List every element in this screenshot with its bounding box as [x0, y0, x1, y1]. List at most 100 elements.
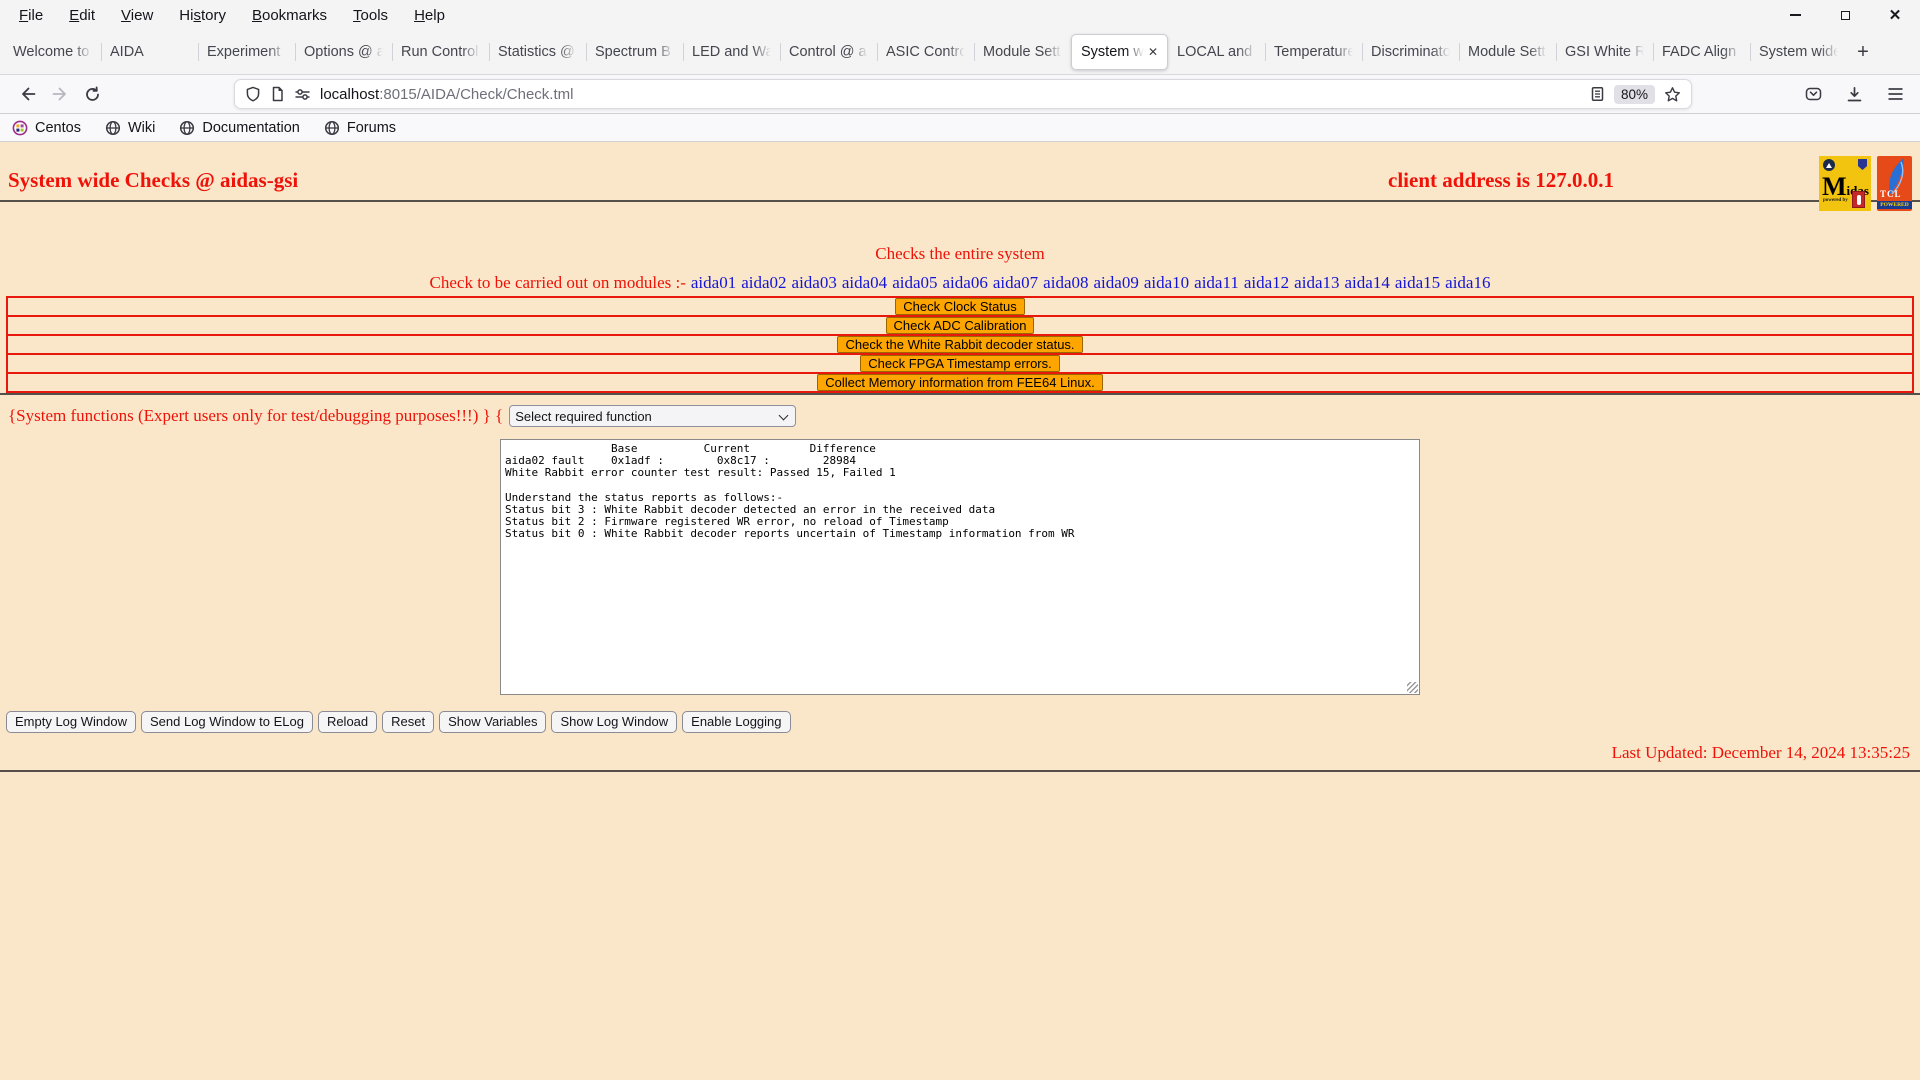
check-button-check-the-white-rabbit-decoder-status[interactable]: Check the White Rabbit decoder status.	[837, 336, 1083, 353]
function-select[interactable]: Select required function	[509, 405, 797, 427]
module-link-aida11[interactable]: aida11	[1194, 273, 1239, 292]
menu-tools[interactable]: Tools	[340, 3, 401, 28]
modules-prefix: Check to be carried out on modules :-	[429, 273, 686, 292]
maximize-button-icon[interactable]	[1838, 8, 1852, 22]
module-link-aida16[interactable]: aida16	[1445, 273, 1490, 292]
tab-gsi-white-r-16[interactable]: GSI White R	[1556, 34, 1653, 70]
module-link-aida07[interactable]: aida07	[993, 273, 1038, 292]
module-link-aida02[interactable]: aida02	[741, 273, 786, 292]
window-titlebar: File Edit View History Bookmarks Tools Help ✕	[0, 0, 1920, 30]
tab-led-and-wa-7[interactable]: LED and Wa	[683, 34, 780, 70]
check-row-4: Check FPGA Timestamp errors.	[6, 353, 1914, 374]
menu-history[interactable]: History	[166, 3, 239, 28]
bookmark-label: Centos	[35, 119, 81, 136]
module-link-aida09[interactable]: aida09	[1094, 273, 1139, 292]
check-row-2: Check ADC Calibration	[6, 315, 1914, 336]
show-variables-button[interactable]: Show Variables	[439, 711, 547, 733]
tab-statistics-5[interactable]: Statistics @	[489, 34, 586, 70]
tab-asic-contro-9[interactable]: ASIC Contro	[877, 34, 974, 70]
empty-log-window-button[interactable]: Empty Log Window	[6, 711, 136, 733]
divider	[0, 393, 1920, 395]
bookmark-star-icon[interactable]	[1664, 86, 1681, 103]
tab-title: ASIC Contro	[886, 44, 965, 60]
tab-welcome-to-0[interactable]: Welcome to	[4, 34, 101, 70]
permissions-icon[interactable]	[294, 87, 311, 101]
send-log-window-to-elog-button[interactable]: Send Log Window to ELog	[141, 711, 313, 733]
check-button-check-fpga-timestamp-errors[interactable]: Check FPGA Timestamp errors.	[860, 355, 1060, 372]
tab-aida-1[interactable]: AIDA	[101, 34, 198, 70]
module-links: aida01 aida02 aida03 aida04 aida05 aida06 aida…	[686, 273, 1491, 292]
hamburger-menu-icon[interactable]	[1887, 87, 1904, 101]
tab-spectrum-b-6[interactable]: Spectrum B	[586, 34, 683, 70]
zoom-level-badge[interactable]: 80%	[1613, 84, 1655, 104]
menu-view[interactable]: View	[108, 3, 166, 28]
bookmark-centos[interactable]: Centos	[12, 120, 81, 136]
tab-fadc-align-17[interactable]: FADC Align	[1653, 34, 1750, 70]
bookmark-forums[interactable]: Forums	[324, 120, 396, 136]
reader-mode-icon[interactable]	[1590, 86, 1605, 102]
midas-small-logo-icon	[1852, 191, 1865, 208]
module-link-aida10[interactable]: aida10	[1144, 273, 1189, 292]
new-tab-button[interactable]: +	[1847, 36, 1879, 68]
midas-triangle-icon	[1823, 159, 1835, 171]
tab-system-w-11[interactable]: System w ✕	[1071, 34, 1168, 70]
module-link-aida03[interactable]: aida03	[792, 273, 837, 292]
reset-button[interactable]: Reset	[382, 711, 435, 733]
toolbar-right-icons	[1805, 86, 1908, 103]
tracking-protection-shield-icon[interactable]	[245, 86, 261, 102]
log-window[interactable]: Base Current Difference aida02 fault 0x1…	[500, 439, 1420, 695]
module-link-aida14[interactable]: aida14	[1345, 273, 1390, 292]
tab-local-and-12[interactable]: LOCAL and	[1168, 34, 1265, 70]
check-button-check-adc-calibration[interactable]: Check ADC Calibration	[885, 317, 1035, 334]
url-text[interactable]: localhost:8015/AIDA/Check/Check.tml	[320, 86, 1581, 103]
divider	[0, 200, 1920, 202]
bookmark-label: Forums	[346, 119, 397, 136]
menu-file[interactable]: File	[6, 3, 56, 28]
minimize-button-icon[interactable]	[1788, 8, 1802, 22]
tab-run-control-4[interactable]: Run Control	[392, 34, 489, 70]
back-button-icon[interactable]	[12, 79, 44, 109]
check-table: Check Clock Status Check ADC Calibration C…	[6, 296, 1914, 393]
module-link-aida13[interactable]: aida13	[1294, 273, 1339, 292]
window-controls: ✕	[1788, 0, 1902, 30]
downloads-icon[interactable]	[1846, 86, 1863, 103]
tab-system-wide-18[interactable]: System wide	[1750, 34, 1847, 70]
tab-temperature-13[interactable]: Temperature	[1265, 34, 1362, 70]
url-bar[interactable]: localhost:8015/AIDA/Check/Check.tml 80%	[234, 79, 1692, 109]
close-window-icon[interactable]: ✕	[1888, 7, 1902, 24]
module-link-aida01[interactable]: aida01	[691, 273, 736, 292]
module-link-aida06[interactable]: aida06	[943, 273, 988, 292]
module-link-aida04[interactable]: aida04	[842, 273, 887, 292]
tab-module-sett-15[interactable]: Module Sett	[1459, 34, 1556, 70]
show-log-window-button[interactable]: Show Log Window	[551, 711, 678, 733]
pocket-icon[interactable]	[1805, 86, 1822, 102]
close-tab-icon[interactable]: ✕	[1148, 45, 1158, 59]
enable-logging-button[interactable]: Enable Logging	[682, 711, 791, 733]
tab-module-sett-10[interactable]: Module Sett	[974, 34, 1071, 70]
page-title: System wide Checks @ aidas-gsi	[8, 168, 299, 192]
tab-control-a-8[interactable]: Control @ a	[780, 34, 877, 70]
menu-bookmarks[interactable]: Bookmarks	[239, 3, 340, 28]
divider	[0, 770, 1920, 772]
menu-help[interactable]: Help	[401, 3, 458, 28]
bookmark-wiki[interactable]: Wiki	[105, 120, 155, 136]
check-button-collect-memory-information-from-fee64-linux[interactable]: Collect Memory information from FEE64 Li…	[817, 374, 1103, 391]
midas-logo: Midas powered by	[1819, 156, 1871, 211]
forward-button-icon[interactable]	[44, 79, 76, 109]
reload-button-icon[interactable]	[76, 79, 108, 109]
tab-options-a-3[interactable]: Options @ a	[295, 34, 392, 70]
tab-discriminato-14[interactable]: Discriminato	[1362, 34, 1459, 70]
menu-edit[interactable]: Edit	[56, 3, 108, 28]
module-link-aida08[interactable]: aida08	[1043, 273, 1088, 292]
tab-experiment-2[interactable]: Experiment	[198, 34, 295, 70]
bookmark-documentation[interactable]: Documentation	[179, 120, 300, 136]
site-info-page-icon[interactable]	[270, 86, 285, 102]
module-link-aida12[interactable]: aida12	[1244, 273, 1289, 292]
resize-handle[interactable]	[1407, 682, 1418, 693]
module-link-aida15[interactable]: aida15	[1395, 273, 1440, 292]
check-row-1: Check Clock Status	[6, 296, 1914, 317]
reload-button[interactable]: Reload	[317, 711, 378, 733]
check-button-check-clock-status[interactable]: Check Clock Status	[895, 298, 1025, 315]
module-link-aida05[interactable]: aida05	[892, 273, 937, 292]
midas-shield-icon	[1858, 159, 1867, 170]
